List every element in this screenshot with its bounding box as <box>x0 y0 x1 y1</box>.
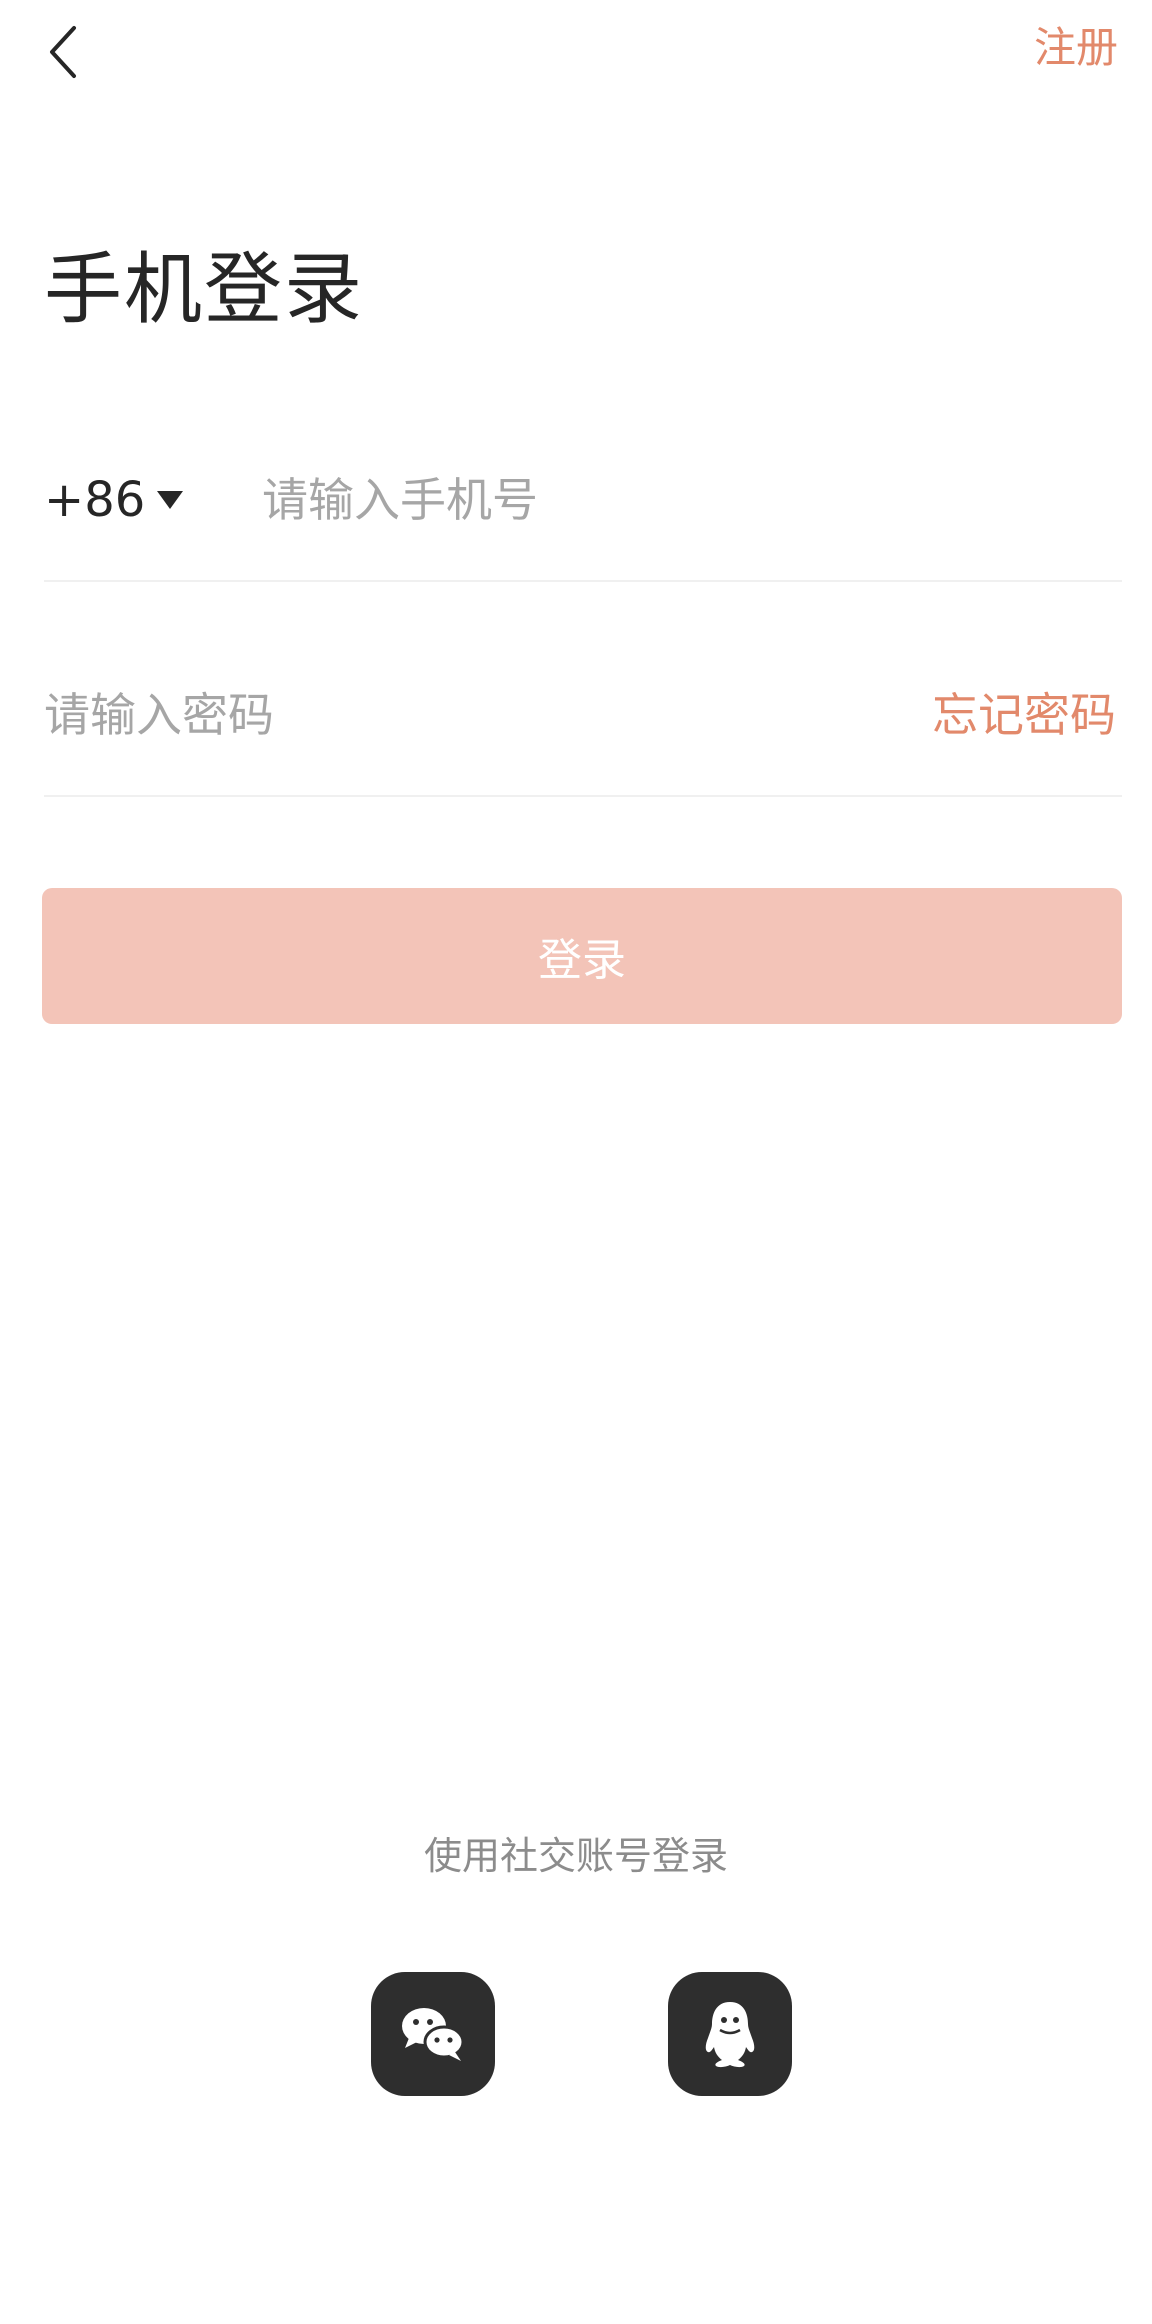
chevron-left-icon <box>50 26 76 78</box>
qq-icon <box>705 2002 755 2068</box>
back-button[interactable] <box>34 18 94 86</box>
password-row: 忘记密码 <box>44 645 1122 797</box>
country-code-label: +86 <box>44 472 146 528</box>
page-title: 手机登录 <box>44 245 365 335</box>
caret-down-icon <box>157 491 184 509</box>
phone-row: +86 <box>44 430 1122 582</box>
register-link[interactable]: 注册 <box>1034 18 1118 78</box>
qq-login-button[interactable] <box>668 1972 792 2096</box>
phone-input[interactable] <box>262 460 1102 540</box>
forgot-password-link[interactable]: 忘记密码 <box>932 675 1116 755</box>
wechat-icon <box>402 2008 465 2061</box>
login-button[interactable]: 登录 <box>42 888 1122 1024</box>
wechat-login-button[interactable] <box>371 1972 495 2096</box>
social-login-caption: 使用社交账号登录 <box>423 1834 728 1878</box>
top-bar: 注册 <box>0 0 1152 110</box>
password-input[interactable] <box>44 675 804 755</box>
social-login-row <box>0 1972 1152 2096</box>
country-code-selector[interactable]: +86 <box>44 460 184 540</box>
